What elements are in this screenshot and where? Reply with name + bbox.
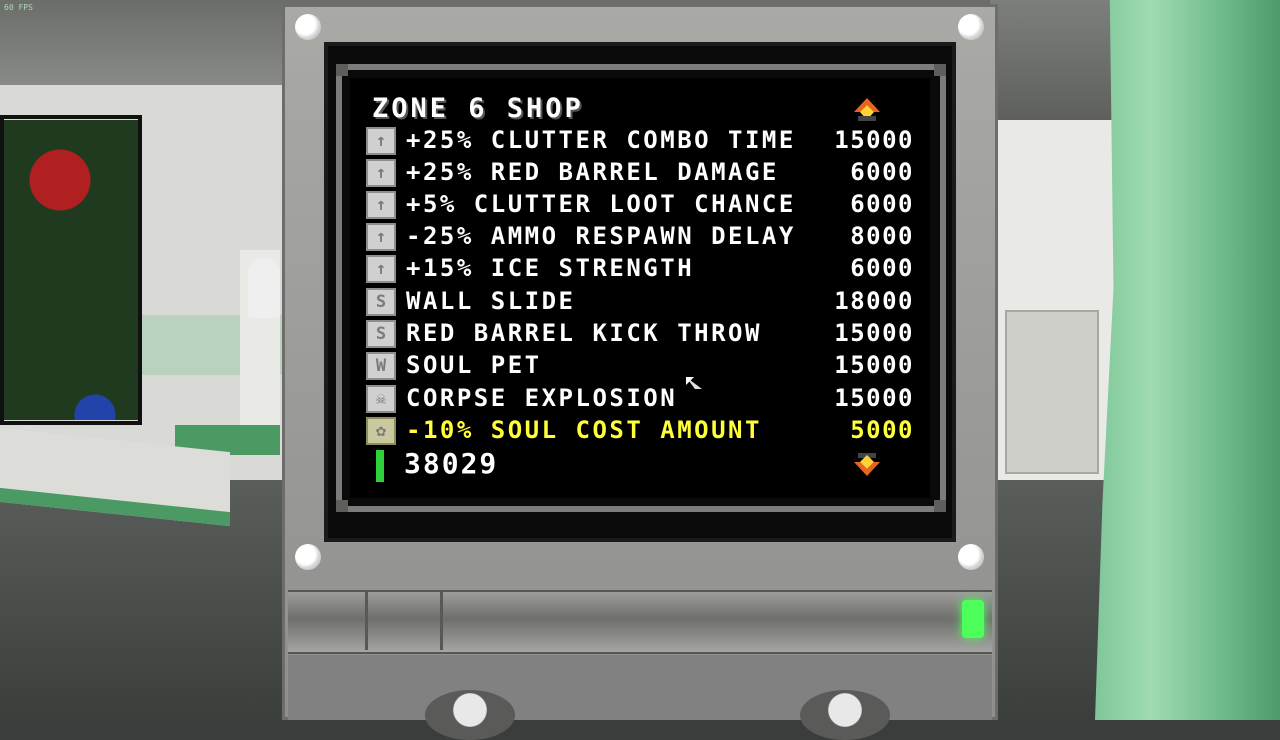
shop-item[interactable]: ☠ CORPSE EXPLOSION 15000: [366, 383, 914, 413]
shop-item[interactable]: ↑ +25% RED BARREL DAMAGE 6000: [366, 157, 914, 187]
poster-frame: [0, 115, 142, 425]
frame-corner: [336, 64, 348, 76]
upgrade-arrow-icon: ↑: [366, 191, 396, 219]
bolt-icon: [958, 544, 984, 570]
left-knob[interactable]: [425, 690, 515, 740]
soul-balance: 38029: [404, 447, 499, 480]
frame-corner: [336, 500, 348, 512]
skill-icon: S: [366, 320, 396, 348]
upgrade-arrow-icon: ↑: [366, 127, 396, 155]
shop-title: ZONE 6 SHOP: [372, 93, 584, 124]
item-label: +5% CLUTTER LOOT CHANCE: [406, 190, 796, 218]
scroll-up-icon[interactable]: [852, 96, 882, 122]
soul-flower-icon: ✿: [366, 417, 396, 445]
soul-meter-icon: [376, 450, 384, 482]
trash-bin: [1005, 310, 1099, 474]
upgrade-arrow-icon: ↑: [366, 159, 396, 187]
shop-item[interactable]: ↑ +15% ICE STRENGTH 6000: [366, 253, 914, 283]
item-label: +15% ICE STRENGTH: [406, 254, 695, 282]
shop-item[interactable]: ↑ -25% AMMO RESPAWN DELAY 8000: [366, 221, 914, 251]
bolt-icon: [958, 14, 984, 40]
upgrade-arrow-icon: ↑: [366, 223, 396, 251]
item-label: -10% SOUL COST AMOUNT: [406, 416, 762, 444]
item-price: 6000: [850, 158, 914, 186]
frame-corner: [934, 500, 946, 512]
item-label: RED BARREL KICK THROW: [406, 319, 762, 347]
ghost-figure: [248, 258, 280, 318]
item-price: 15000: [834, 126, 914, 154]
upgrade-arrow-icon: ↑: [366, 255, 396, 283]
mouse-cursor-icon: [686, 377, 702, 393]
item-price: 5000: [850, 416, 914, 444]
skill-icon: S: [366, 288, 396, 316]
item-price: 8000: [850, 222, 914, 250]
item-price: 18000: [834, 287, 914, 315]
skull-icon: ☠: [366, 385, 396, 413]
shop-item[interactable]: S RED BARREL KICK THROW 15000: [366, 318, 914, 348]
status-led-icon: [962, 600, 984, 638]
item-price: 6000: [850, 190, 914, 218]
right-knob[interactable]: [800, 690, 890, 740]
item-price: 15000: [834, 384, 914, 412]
fps-counter: 60 FPS: [4, 3, 33, 12]
bolt-icon: [295, 544, 321, 570]
shop-item[interactable]: ↑ +5% CLUTTER LOOT CHANCE 6000: [366, 189, 914, 219]
item-price: 15000: [834, 319, 914, 347]
item-price: 15000: [834, 351, 914, 379]
item-label: +25% CLUTTER COMBO TIME: [406, 126, 796, 154]
bolt-icon: [295, 14, 321, 40]
frame-corner: [934, 64, 946, 76]
item-label: SOUL PET: [406, 351, 542, 379]
item-label: -25% AMMO RESPAWN DELAY: [406, 222, 796, 250]
panel-seam: [365, 590, 368, 650]
item-label: +25% RED BARREL DAMAGE: [406, 158, 779, 186]
shop-item[interactable]: ↑ +25% CLUTTER COMBO TIME 15000: [366, 125, 914, 155]
pet-icon: W: [366, 352, 396, 380]
scroll-down-icon[interactable]: [852, 452, 882, 478]
shop-item[interactable]: W SOUL PET 15000: [366, 350, 914, 380]
panel-seam: [440, 590, 443, 650]
control-panel: [288, 590, 992, 654]
item-label: WALL SLIDE: [406, 287, 576, 315]
item-price: 6000: [850, 254, 914, 282]
shop-item[interactable]: S WALL SLIDE 18000: [366, 286, 914, 316]
curtain: [1095, 0, 1280, 720]
item-label: CORPSE EXPLOSION: [406, 384, 678, 412]
shop-item-selected[interactable]: ✿ -10% SOUL COST AMOUNT 5000: [366, 415, 914, 445]
